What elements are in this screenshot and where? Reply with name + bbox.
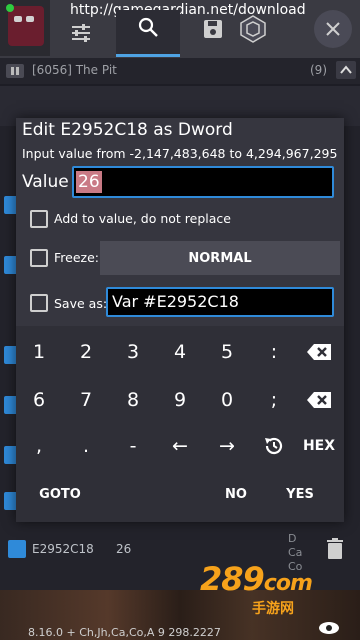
game-logo-icon[interactable] — [236, 12, 270, 46]
add-to-value-label: Add to value, do not replace — [54, 211, 231, 226]
clear-button[interactable] — [296, 378, 342, 422]
save-as-input[interactable]: Var #E2952C18 — [106, 287, 334, 317]
dialog-title: Edit E2952C18 as Dword — [22, 120, 233, 140]
key-minus[interactable]: - — [110, 424, 156, 468]
save-as-label: Save as: — [54, 296, 108, 311]
close-icon — [326, 22, 340, 36]
result-value: 26 — [116, 542, 132, 556]
backspace-icon — [307, 344, 331, 360]
search-icon — [135, 14, 161, 40]
key-5[interactable]: 5 — [204, 330, 250, 374]
goto-button[interactable]: GOTO — [16, 472, 104, 516]
value-selected-text: 26 — [76, 171, 102, 193]
edit-value-dialog: Edit E2952C18 as Dword Input value from … — [16, 118, 344, 522]
result-checkbox[interactable] — [8, 540, 26, 558]
history-button[interactable] — [251, 424, 297, 468]
key-0[interactable]: 0 — [204, 378, 250, 422]
app-avatar[interactable] — [0, 0, 50, 56]
key-8[interactable]: 8 — [110, 378, 156, 422]
key-3[interactable]: 3 — [110, 330, 156, 374]
sliders-icon[interactable] — [68, 20, 94, 46]
freeze-label: Freeze: — [54, 250, 99, 265]
key-semicolon[interactable]: ; — [251, 378, 297, 422]
result-address: E2952C18 — [32, 542, 94, 556]
watermark-logo: 289com 手游网 — [200, 560, 313, 617]
process-bar: [6056] The Pit (9) — [0, 58, 360, 84]
status-line: 8.16.0 + Ch,Jh,Ca,Co,A 9 298.2227 — [28, 626, 221, 639]
freeze-checkbox[interactable] — [30, 249, 48, 267]
key-colon[interactable]: : — [251, 330, 297, 374]
top-toolbar: http://gamegardian.net/download — [0, 0, 360, 58]
cursor-right-button[interactable]: → — [204, 424, 250, 468]
cursor-left-button[interactable]: ← — [157, 424, 203, 468]
numeric-keypad: 1 2 3 4 5 : 6 7 8 9 0 ; , . - ← → HEX GO… — [16, 326, 344, 522]
download-url[interactable]: http://gamegardian.net/download — [70, 2, 306, 18]
process-name[interactable]: [6056] The Pit — [32, 63, 117, 77]
yes-button[interactable]: YES — [276, 472, 324, 516]
process-count: (9) — [310, 63, 327, 77]
key-9[interactable]: 9 — [157, 378, 203, 422]
close-button[interactable] — [314, 10, 352, 48]
key-comma[interactable]: , — [16, 424, 62, 468]
history-icon — [265, 437, 283, 455]
key-7[interactable]: 7 — [63, 378, 109, 422]
key-4[interactable]: 4 — [157, 330, 203, 374]
chevron-up-icon — [340, 65, 352, 74]
key-2[interactable]: 2 — [63, 330, 109, 374]
save-as-checkbox[interactable] — [30, 294, 48, 312]
hex-button[interactable]: HEX — [296, 424, 342, 468]
add-to-value-checkbox[interactable] — [30, 210, 48, 228]
process-dropdown-button[interactable] — [336, 61, 356, 79]
eye-icon[interactable] — [318, 620, 340, 640]
value-range-hint: Input value from -2,147,483,648 to 4,294… — [22, 146, 338, 161]
key-dot[interactable]: . — [63, 424, 109, 468]
save-icon[interactable] — [200, 16, 226, 42]
pause-icon[interactable] — [6, 64, 24, 78]
value-input[interactable]: 26 — [72, 166, 334, 198]
value-label: Value — [22, 172, 69, 192]
no-button[interactable]: NO — [212, 472, 260, 516]
backspace-icon — [307, 392, 331, 408]
key-1[interactable]: 1 — [16, 330, 62, 374]
active-tab-indicator — [116, 54, 180, 57]
backspace-button[interactable] — [296, 330, 342, 374]
freeze-mode-button[interactable]: NORMAL — [100, 241, 340, 275]
key-6[interactable]: 6 — [16, 378, 62, 422]
